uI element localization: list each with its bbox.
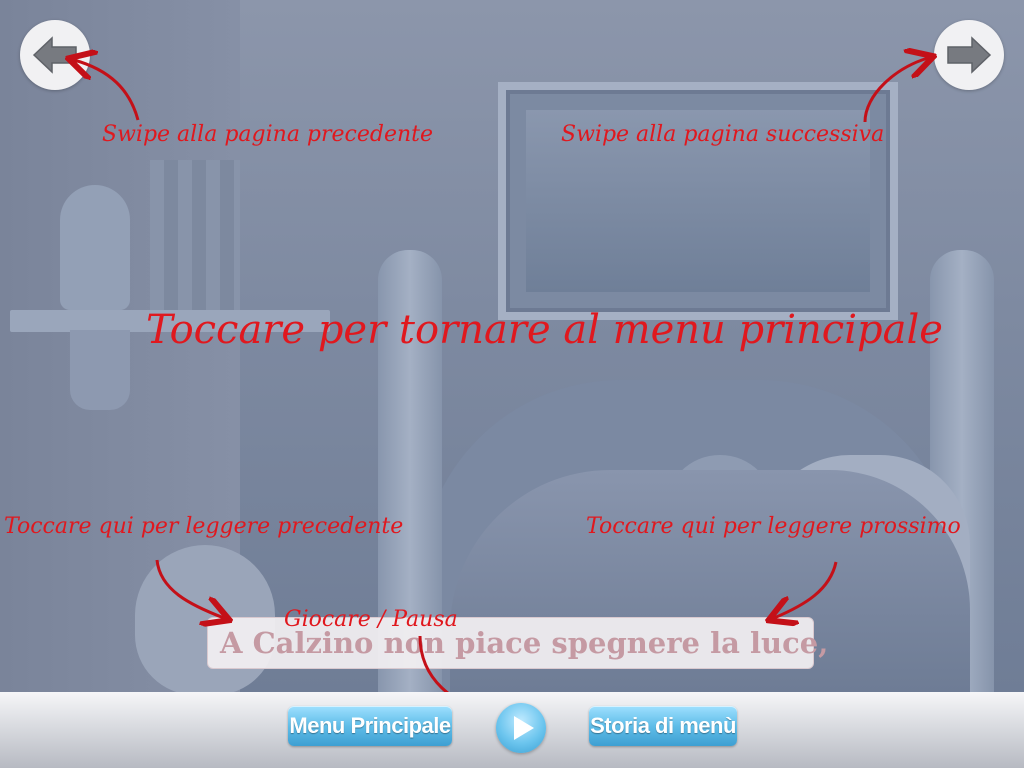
- help-swipe-prev: Swipe alla pagina precedente: [102, 122, 434, 147]
- play-pause-button[interactable]: [496, 703, 546, 753]
- shelf-bracket: [70, 330, 130, 410]
- help-play-pause: Giocare / Pausa: [284, 607, 458, 632]
- arrow-right-icon: [947, 36, 992, 74]
- wall-picture: [498, 82, 898, 320]
- help-swipe-next: Swipe alla pagina successiva: [561, 122, 885, 147]
- main-menu-button[interactable]: Menu Principale: [288, 706, 452, 746]
- books: [150, 160, 240, 310]
- next-page-button[interactable]: [934, 20, 1004, 90]
- help-tap-next: Toccare qui per leggere prossimo: [586, 514, 961, 539]
- statue: [60, 185, 130, 310]
- help-tap-prev: Toccare qui per leggere precedente: [4, 514, 404, 539]
- help-tap-menu[interactable]: Toccare per tornare al menu principale: [146, 307, 943, 353]
- previous-page-button[interactable]: [20, 20, 90, 90]
- arrow-left-icon: [32, 36, 77, 74]
- story-menu-button[interactable]: Storia di menù: [589, 706, 737, 746]
- play-icon: [514, 716, 534, 740]
